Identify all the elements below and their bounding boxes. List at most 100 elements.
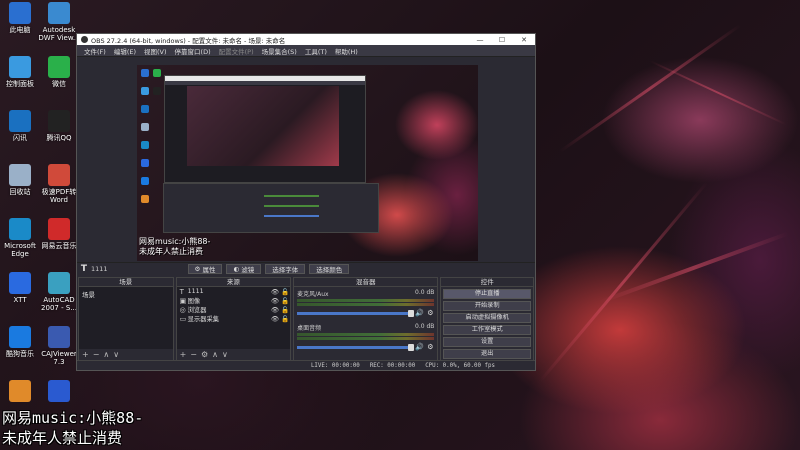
desktop-shortcut[interactable]: Autodesk DWF View... [37,2,81,42]
desktop-shortcut[interactable]: 此电脑 [0,2,42,34]
channel-db: 0.0 dB [415,323,435,330]
lock-icon[interactable]: 🔓 [280,288,290,296]
desktop-shortcut[interactable]: XTT [0,272,42,304]
remove-scene-icon[interactable]: − [93,350,100,359]
desktop-shortcut-label: 极速PDF转Word [41,188,77,204]
desktop-shortcut[interactable]: Microsoft Edge [0,218,42,258]
add-source-icon[interactable]: + [180,350,187,359]
start-recording-button[interactable]: 开始录制 [443,301,531,311]
desktop-shortcut-label: XTT [13,296,27,304]
desktop-shortcut[interactable] [37,380,81,404]
lock-icon[interactable]: 🔓 [280,315,290,323]
preview-overlay-text: 网易music:小熊88- 未成年人禁止消费 [139,237,210,257]
wallpaper-streak [538,181,709,383]
nested-desktop-icon [141,141,149,149]
remove-source-icon[interactable]: − [190,350,197,359]
scene-item[interactable]: 场景 [79,287,173,301]
sources-list: T 1111 👁 🔓 ▣ 图像 👁 🔓 ◎ 浏览器 👁 🔓 ▭ 显示器采集 👁 … [176,287,291,349]
source-properties-gear-icon[interactable]: ⚙ [201,350,208,359]
desktop-shortcut[interactable]: 微信 [37,56,81,88]
start-virtual-camera-button[interactable]: 启动虚拟摄像机 [443,313,531,323]
menu-file[interactable]: 文件(F) [80,46,110,56]
add-scene-icon[interactable]: + [82,350,89,359]
desktop-shortcut[interactable]: 腾讯QQ [37,110,81,142]
preview-canvas[interactable]: 网易music:小熊88- 未成年人禁止消费 [137,65,478,261]
selected-source-name: 1111 [91,265,108,273]
menu-view[interactable]: 视图(V) [140,46,171,56]
desktop-shortcut-label: CAJViewer 7.3 [41,350,77,366]
move-up-icon[interactable]: ∧ [212,350,218,359]
source-item[interactable]: ▭ 显示器采集 👁 🔓 [177,314,290,324]
mixer-body: 麦克风/Aux 0.0 dB 🔊 ⚙ 桌面音频 0.0 dB 🔊 ⚙ [294,287,438,360]
source-item[interactable]: ▣ 图像 👁 🔓 [177,296,290,306]
dock-panels: 场景 场景 + − ∧ ∨ 来源 T 1111 👁 🔓 ▣ 图像 👁 🔓 ◎ 浏… [77,277,535,361]
sources-dock: 来源 T 1111 👁 🔓 ▣ 图像 👁 🔓 ◎ 浏览器 👁 🔓 ▭ 显示器采集… [175,277,292,361]
lock-icon[interactable]: 🔓 [280,297,290,305]
minimize-button[interactable]: — [469,36,491,44]
move-up-icon[interactable]: ∧ [103,350,109,359]
cpu-fps: CPU: 0.0%, 60.00 fps [425,362,495,369]
maximize-button[interactable]: ☐ [491,36,513,44]
move-down-icon[interactable]: ∨ [222,350,228,359]
stop-streaming-button[interactable]: 停止直播 [443,289,531,299]
obs-logo-icon [81,36,88,43]
desktop-shortcut[interactable] [0,380,42,404]
desktop-shortcut[interactable]: AutoCAD 2007 - S... [37,272,81,312]
close-button[interactable]: ✕ [513,36,535,44]
volume-slider-knob[interactable] [408,309,415,317]
desktop-shortcut[interactable]: 酷狗音乐 [0,326,42,358]
gear-icon[interactable]: ⚙ [426,343,434,351]
nested-meter [264,215,319,217]
visibility-eye-icon[interactable]: 👁 [270,306,280,314]
browser-icon: ◎ [179,305,186,314]
select-color-button[interactable]: 选择颜色 [309,264,350,274]
select-font-button[interactable]: 选择字体 [265,264,306,274]
desktop-shortcut[interactable]: 控制面板 [0,56,42,88]
title-bar[interactable]: OBS 27.2.4 (64-bit, windows) - 配置文件: 未命名… [77,34,535,45]
visibility-eye-icon[interactable]: 👁 [270,315,280,323]
filters-button[interactable]: ◐ 滤镜 [226,264,262,274]
mixer-dock: 混音器 麦克风/Aux 0.0 dB 🔊 ⚙ 桌面音频 0.0 dB 🔊 ⚙ [293,277,439,361]
desktop-shortcut[interactable]: 网易云音乐 [37,218,81,250]
menu-docks[interactable]: 停靠窗口(D) [171,46,215,56]
desktop-shortcut-label: AutoCAD 2007 - S... [41,296,77,312]
volume-slider[interactable] [297,309,415,317]
desktop-shortcut[interactable]: 极速PDF转Word [37,164,81,204]
status-bar: LIVE: 00:00:00 REC: 00:00:00 CPU: 0.0%, … [77,360,535,370]
nested-meter [264,195,319,197]
visibility-eye-icon[interactable]: 👁 [270,297,280,305]
desktop-shortcut-label: 控制面板 [6,80,34,88]
desktop-shortcut[interactable]: 回收站 [0,164,42,196]
properties-button[interactable]: ⚙ 属性 [187,264,223,274]
app-icon [9,2,31,24]
desktop-shortcut[interactable]: 闪讯 [0,110,42,142]
source-item[interactable]: T 1111 👁 🔓 [177,287,290,296]
volume-slider-knob[interactable] [408,343,415,351]
controls-dock-title: 控件 [441,278,533,287]
scenes-list: 场景 [79,287,173,349]
move-down-icon[interactable]: ∨ [113,350,119,359]
speaker-icon[interactable]: 🔊 [415,343,424,351]
menu-profile[interactable]: 配置文件(P) [215,46,258,56]
sources-dock-title: 来源 [176,278,291,287]
gear-icon[interactable]: ⚙ [426,309,434,317]
stream-overlay-text: 网易music:小熊88- 未成年人禁止消费 [2,408,143,448]
menu-scene-collection[interactable]: 场景集合(S) [258,46,301,56]
menu-edit[interactable]: 编辑(E) [110,46,140,56]
volume-slider[interactable] [297,343,415,351]
desktop-shortcut-label: 网易云音乐 [41,242,77,250]
window-title: OBS 27.2.4 (64-bit, windows) - 配置文件: 未命名… [91,36,286,45]
source-name: 显示器采集 [187,316,220,323]
menu-tools[interactable]: 工具(T) [301,46,331,56]
speaker-icon[interactable]: 🔊 [415,309,424,317]
channel-name: 麦克风/Aux [297,291,329,298]
visibility-eye-icon[interactable]: 👁 [270,288,280,296]
settings-button[interactable]: 设置 [443,337,531,347]
studio-mode-button[interactable]: 工作室模式 [443,325,531,335]
lock-icon[interactable]: 🔓 [280,306,290,314]
source-item[interactable]: ◎ 浏览器 👁 🔓 [177,305,290,315]
exit-button[interactable]: 退出 [443,349,531,359]
app-icon [48,326,70,348]
desktop-shortcut[interactable]: CAJViewer 7.3 [37,326,81,366]
menu-help[interactable]: 帮助(H) [331,46,362,56]
